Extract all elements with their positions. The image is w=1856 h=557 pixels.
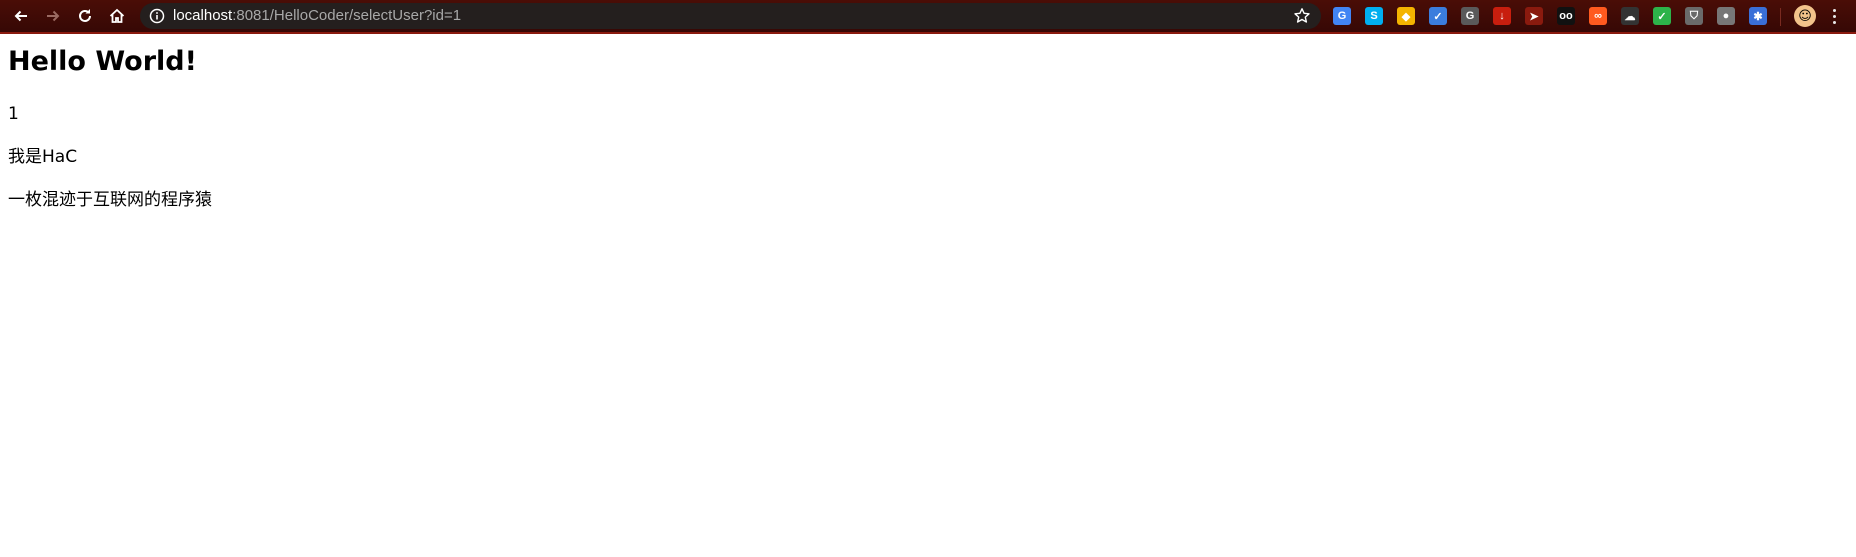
user-id-text: 1 <box>8 104 19 124</box>
page-content: Hello World! 1 我是HaC 一枚混迹于互联网的程序猿 <box>8 34 212 210</box>
bookmark-manager-extension-icon[interactable]: ✓ <box>1429 7 1447 25</box>
home-icon <box>109 8 125 23</box>
back-button[interactable] <box>7 3 35 29</box>
skype-extension-icon[interactable]: S <box>1365 7 1383 25</box>
apple-extension-icon[interactable]: ● <box>1717 7 1735 25</box>
toolbar-separator <box>1780 8 1781 26</box>
url-host: localhost <box>173 7 233 24</box>
google-translate-extension-icon[interactable]: G <box>1333 7 1351 25</box>
page-heading: Hello World! <box>8 46 197 77</box>
cloud-extension-icon[interactable]: ☁ <box>1621 7 1639 25</box>
shield-extension-icon[interactable]: ⛉ <box>1685 7 1703 25</box>
url-text[interactable]: localhost:8081/HelloCoder/selectUser?id=… <box>173 7 461 25</box>
glasses-extension-icon[interactable]: oo <box>1557 7 1575 25</box>
infinity-extension-icon[interactable]: ∞ <box>1589 7 1607 25</box>
g-extension-icon[interactable]: G <box>1461 7 1479 25</box>
bookmark-star-icon[interactable] <box>1293 7 1311 25</box>
color-picker-extension-icon[interactable]: ◆ <box>1397 7 1415 25</box>
browser-menu-button[interactable] <box>1826 5 1842 27</box>
user-name-text: 我是HaC <box>8 147 78 167</box>
address-bar[interactable]: localhost:8081/HelloCoder/selectUser?id=… <box>140 3 1321 29</box>
user-description-text: 一枚混迹于互联网的程序猿 <box>8 190 212 210</box>
back-icon <box>14 10 27 22</box>
download-extension-icon[interactable]: ↓ <box>1493 7 1511 25</box>
browser-toolbar: localhost:8081/HelloCoder/selectUser?id=… <box>0 0 1856 34</box>
forward-icon <box>47 10 60 22</box>
info-icon[interactable] <box>149 8 165 24</box>
profile-avatar[interactable]: ☺ <box>1794 5 1816 27</box>
asterisk-extension-icon[interactable]: ✱ <box>1749 7 1767 25</box>
forward-button[interactable] <box>39 3 67 29</box>
cursor-extension-icon[interactable]: ➤ <box>1525 7 1543 25</box>
reload-icon <box>79 9 91 22</box>
url-path: :8081/HelloCoder/selectUser?id=1 <box>232 7 462 24</box>
checkmark-extension-icon[interactable]: ✓ <box>1653 7 1671 25</box>
reload-button[interactable] <box>71 3 99 29</box>
profile-face-icon: ☺ <box>1798 8 1812 24</box>
home-button[interactable] <box>103 3 131 29</box>
